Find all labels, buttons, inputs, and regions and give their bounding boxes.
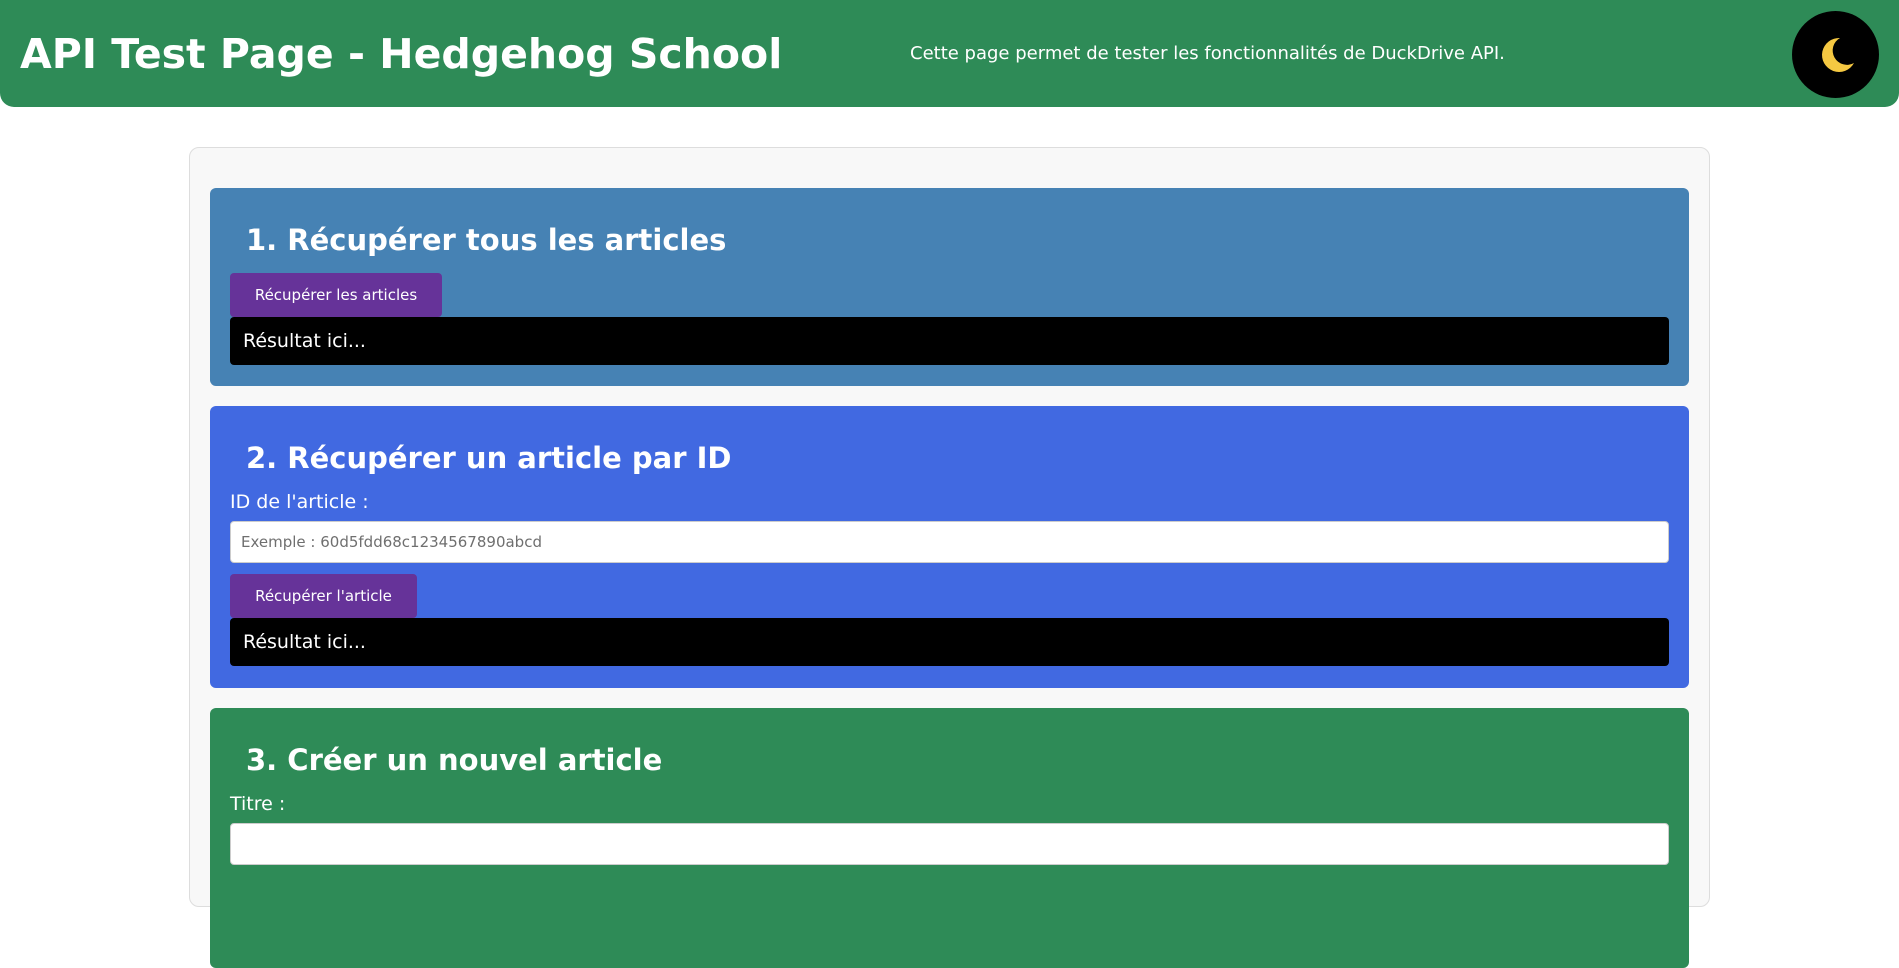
article-id-label: ID de l'article : [230, 491, 369, 513]
moon-icon [1814, 33, 1858, 77]
get-article-button[interactable]: Récupérer l'article [230, 574, 417, 618]
result-output: Résultat ici... [230, 618, 1669, 666]
get-articles-button[interactable]: Récupérer les articles [230, 273, 442, 317]
section-title: 3. Créer un nouvel article [246, 743, 663, 777]
page-subtitle: Cette page permet de tester les fonction… [910, 43, 1505, 64]
main-container: 1. Récupérer tous les articles Récupérer… [189, 147, 1710, 968]
section-get-article-by-id: 2. Récupérer un article par ID ID de l'a… [210, 406, 1689, 688]
page-title: API Test Page - Hedgehog School [20, 30, 783, 78]
title-label: Titre : [230, 793, 286, 815]
theme-toggle-button[interactable] [1792, 11, 1879, 98]
section-create-article: 3. Créer un nouvel article Titre : [210, 708, 1689, 968]
section-title: 2. Récupérer un article par ID [246, 441, 732, 475]
section-title: 1. Récupérer tous les articles [246, 223, 727, 257]
section-get-all-articles: 1. Récupérer tous les articles Récupérer… [210, 188, 1689, 386]
page-header: API Test Page - Hedgehog School Cette pa… [0, 0, 1899, 107]
title-input[interactable] [230, 823, 1669, 865]
article-id-input[interactable] [230, 521, 1669, 563]
result-output: Résultat ici... [230, 317, 1669, 365]
